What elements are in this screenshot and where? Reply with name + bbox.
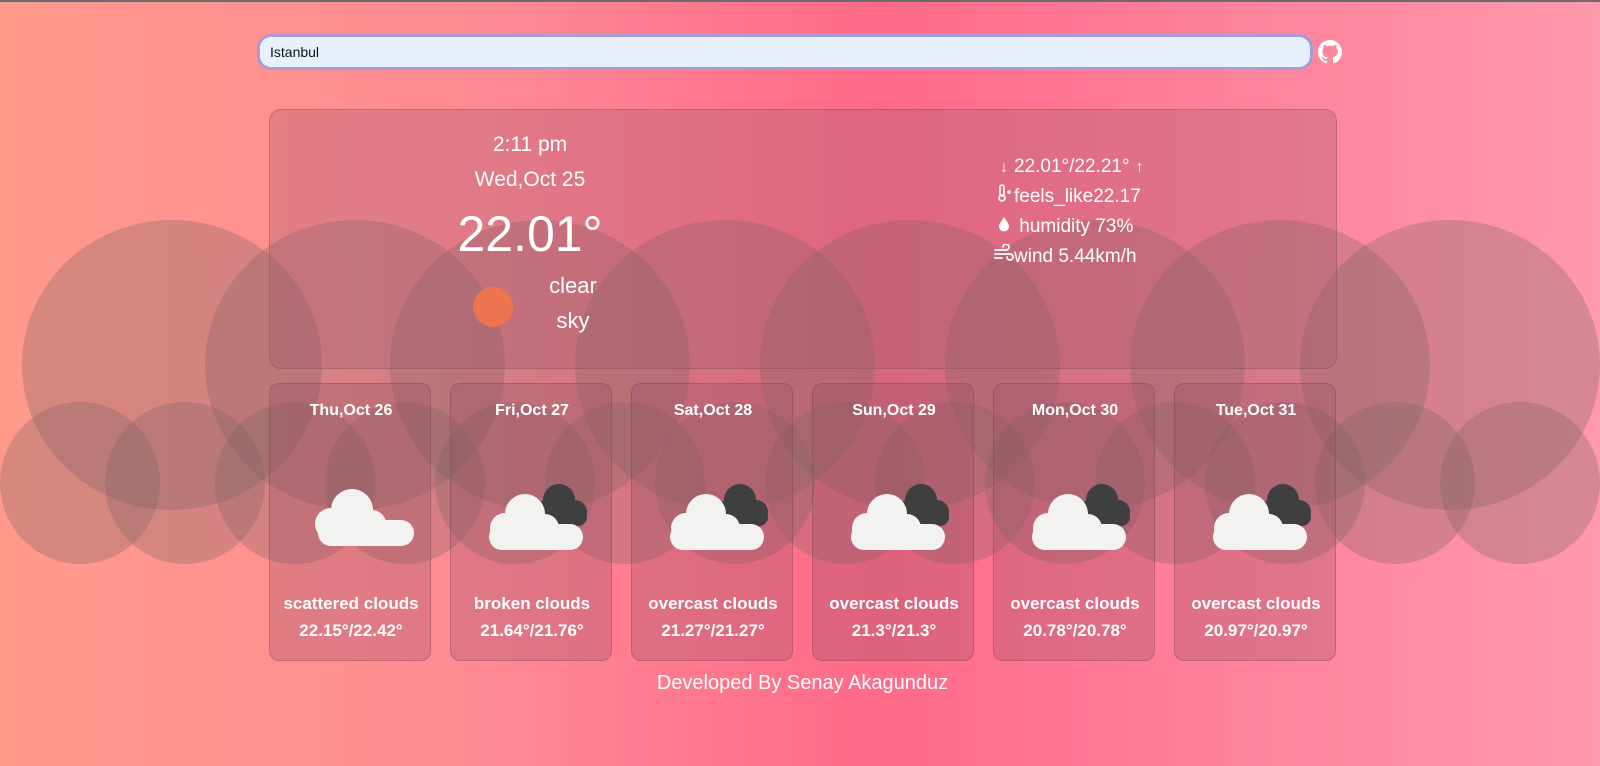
forecast-temp-range: 20.97°/20.97° — [1204, 621, 1308, 640]
forecast-date: Tue,Oct 31 — [1215, 402, 1297, 419]
current-condition-line1: clear — [549, 273, 597, 298]
current-date: Wed,Oct 25 — [474, 168, 586, 191]
wind-row: wind 5.44km/h — [994, 243, 1137, 271]
forecast-description: broken clouds — [473, 594, 591, 613]
arrow-up-icon: ↑ — [1135, 159, 1144, 176]
forecast-date: Fri,Oct 27 — [495, 402, 569, 419]
forecast-temp-range: 22.15°/22.42° — [299, 621, 403, 640]
forecast-temp-range: 21.64°/21.76° — [480, 621, 584, 640]
forecast-card: Sat,Oct 28 overcast clouds 21.27°/21.27° — [631, 383, 793, 661]
broken-clouds-icon — [1213, 484, 1311, 550]
droplet-icon — [994, 214, 1014, 242]
feels-like-row: feels_like22.17 — [994, 183, 1141, 211]
current-time: 2:11 pm — [492, 133, 568, 156]
forecast-date: Sat,Oct 28 — [673, 402, 753, 419]
forecast-description: overcast clouds — [1010, 594, 1140, 613]
github-icon-glyph — [1318, 40, 1342, 64]
forecast-card: Tue,Oct 31 overcast clouds 20.97°/20.97° — [1174, 383, 1336, 661]
arrow-down-icon: ↓ — [1000, 159, 1008, 176]
github-icon[interactable] — [1318, 40, 1342, 64]
broken-clouds-icon — [489, 484, 587, 550]
feels-like-value: feels_like22.17 — [1014, 186, 1141, 207]
forecast-description: overcast clouds — [829, 594, 959, 613]
wind-value: wind 5.44km/h — [1014, 246, 1137, 267]
footer-credit: Developed By Senay Akagunduz — [656, 672, 949, 694]
window-top-border — [0, 0, 1600, 2]
forecast-date: Mon,Oct 30 — [1031, 402, 1119, 419]
humidity-row: humidity 73% — [994, 213, 1133, 241]
forecast-card: Thu,Oct 26 scattered clouds 22.15°/22.42… — [269, 383, 431, 661]
forecast-description: scattered clouds — [283, 594, 419, 613]
forecast-description: overcast clouds — [648, 594, 778, 613]
forecast-temp-range: 20.78°/20.78° — [1023, 621, 1127, 640]
forecast-date: Sun,Oct 29 — [852, 402, 936, 419]
wind-icon — [994, 243, 1014, 272]
city-search-input[interactable] — [257, 34, 1313, 70]
broken-clouds-icon — [1032, 484, 1130, 550]
search-bar — [257, 34, 1315, 70]
forecast-card: Mon,Oct 30 overcast clouds 20.78°/20.78° — [993, 383, 1155, 661]
current-condition: clear sky — [538, 268, 608, 338]
forecast-list: Thu,Oct 26 scattered clouds 22.15°/22.42… — [269, 383, 1337, 661]
current-temperature: 22.01° — [457, 206, 603, 262]
sun-icon — [473, 287, 513, 327]
thermometer-icon — [994, 184, 1014, 212]
min-max-row: ↓ 22.01°/22.21° ↑ — [994, 153, 1150, 181]
broken-clouds-icon — [851, 484, 949, 550]
forecast-description: overcast clouds — [1191, 594, 1321, 613]
cloud-icon — [315, 489, 414, 546]
background-cloud — [1440, 402, 1600, 564]
broken-clouds-icon — [670, 484, 768, 550]
forecast-temp-range: 21.3°/21.3° — [851, 621, 937, 640]
forecast-card: Sun,Oct 29 overcast clouds 21.3°/21.3° — [812, 383, 974, 661]
forecast-temp-range: 21.27°/21.27° — [661, 621, 765, 640]
forecast-date: Thu,Oct 26 — [309, 402, 393, 419]
current-condition-line2: sky — [556, 308, 590, 333]
min-max-value: 22.01°/22.21° — [1014, 156, 1130, 177]
forecast-card: Fri,Oct 27 broken clouds 21.64°/21.76° — [450, 383, 612, 661]
humidity-value: humidity 73% — [1019, 216, 1134, 237]
